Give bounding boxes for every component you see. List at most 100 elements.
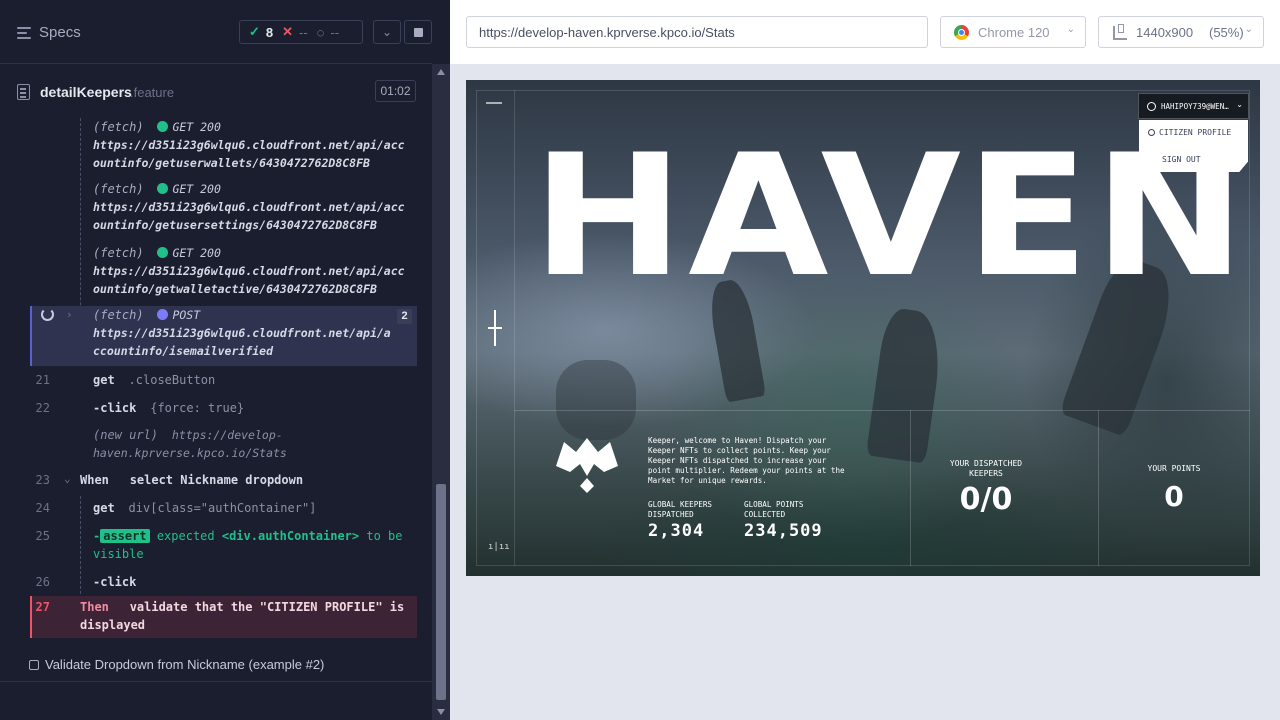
- command-fetch[interactable]: (fetch) GET 200 https://d351i23g6wlqu6.c…: [30, 180, 417, 244]
- step-keyword: Then: [80, 600, 109, 614]
- ruler-icon: [1113, 24, 1127, 40]
- line-number: 27: [35, 600, 50, 614]
- user-dropdown-menu: CITIZEN PROFILE SIGN OUT: [1139, 120, 1248, 172]
- user-email: HAHIPOY739@WEN…: [1161, 102, 1229, 111]
- line-number: 25: [35, 529, 50, 543]
- document-icon: [17, 84, 30, 100]
- command-method: GET 200: [172, 182, 221, 196]
- command-url: https://d351i23g6wlqu6.cloudfront.net/ap…: [93, 264, 405, 278]
- assert-tag: assert: [100, 529, 150, 543]
- chevron-down-icon: ⌄: [381, 25, 393, 39]
- global-points-value: 234,509: [744, 521, 823, 541]
- command-method: POST: [172, 308, 201, 322]
- step-keyword: When: [80, 473, 109, 487]
- line-number: 24: [35, 501, 50, 515]
- spec-name[interactable]: detailKeepers: [40, 84, 132, 100]
- viewport-zoom: (55%): [1209, 25, 1244, 40]
- command-click[interactable]: 22 -click {force: true}: [30, 398, 417, 424]
- audio-icon[interactable]: ı|ıı: [488, 542, 510, 552]
- passed-count: 8: [265, 24, 274, 40]
- line-number: 22: [35, 401, 50, 415]
- step-text: select Nickname dropdown: [129, 473, 304, 487]
- chevron-down-icon: ⌄: [1244, 24, 1253, 35]
- new-url-line1: https://develop-: [171, 428, 283, 442]
- command-name: -click: [93, 575, 137, 589]
- command-name: -click: [93, 401, 137, 415]
- command-name: get: [93, 501, 115, 515]
- menu-icon[interactable]: [486, 102, 502, 104]
- test-stats: ✓ 8 ✕ -- ◌ --: [239, 20, 363, 44]
- pending-icon: ◌: [316, 24, 325, 40]
- viewport-selector[interactable]: 1440x900 (55%) ⌄: [1098, 16, 1264, 48]
- command-name: get: [93, 373, 115, 387]
- browser-label: Chrome 120: [978, 25, 1050, 40]
- scroll-thumb[interactable]: [436, 484, 446, 700]
- command-url: https://d351i23g6wlqu6.cloudfront.net/ap…: [93, 138, 405, 152]
- cursor-crosshair-icon: [488, 310, 502, 346]
- command-url: ountinfo/getwalletactive/6430472762D8C8F…: [93, 282, 377, 296]
- line-number: 21: [35, 373, 50, 387]
- x-icon: ✕: [282, 24, 294, 39]
- chevron-down-icon: ⌄: [1236, 100, 1243, 109]
- status-dot-icon: [157, 247, 169, 258]
- command-arg: div[class="authContainer"]: [128, 501, 317, 515]
- chevron-down-icon[interactable]: ⌄: [64, 472, 71, 485]
- command-fetch[interactable]: (fetch) GET 200 https://d351i23g6wlqu6.c…: [30, 244, 417, 308]
- user-icon: [1148, 129, 1155, 136]
- new-url-line2: haven.kprverse.kpco.io/Stats: [93, 446, 287, 460]
- test-title: Validate Dropdown from Nickname (example…: [45, 657, 325, 672]
- command-url: https://d351i23g6wlqu6.cloudfront.net/ap…: [93, 200, 405, 214]
- global-keepers-value: 2,304: [648, 521, 705, 541]
- test-status-icon: [29, 660, 39, 670]
- url-display[interactable]: https://develop-haven.kprverse.kpco.io/S…: [466, 16, 928, 48]
- command-click[interactable]: 26 -click: [30, 572, 417, 596]
- request-count-badge: 2: [397, 309, 412, 324]
- command-assert[interactable]: 25 - assert expected <div.authContainer> …: [30, 526, 417, 570]
- collapse-button[interactable]: ⌄: [373, 20, 401, 44]
- browser-selector[interactable]: Chrome 120 ⌄: [940, 16, 1086, 48]
- your-points-value: 0: [1164, 480, 1184, 513]
- specs-list-icon[interactable]: [17, 27, 31, 39]
- scrollbar[interactable]: [432, 64, 450, 720]
- pending-count: --: [330, 24, 340, 40]
- menu-item-sign-out[interactable]: SIGN OUT: [1162, 155, 1201, 164]
- command-fetch[interactable]: (fetch) GET 200 https://d351i23g6wlqu6.c…: [30, 118, 417, 180]
- stop-button[interactable]: [404, 20, 432, 44]
- command-name: (fetch): [93, 182, 144, 196]
- chrome-icon: [954, 25, 969, 40]
- user-dropdown[interactable]: HAHIPOY739@WEN… ⌄: [1138, 93, 1249, 119]
- menu-item-citizen-profile[interactable]: CITIZEN PROFILE: [1148, 128, 1231, 137]
- spinner-icon: [41, 308, 54, 321]
- specs-label[interactable]: Specs: [39, 24, 81, 41]
- line-number: 23: [35, 473, 50, 487]
- line-number: 26: [35, 575, 50, 589]
- command-url: ountinfo/getuserwallets/6430472762D8C8FB: [93, 156, 370, 170]
- test-example-2[interactable]: Validate Dropdown from Nickname (example…: [0, 648, 432, 682]
- stop-icon: [413, 27, 423, 37]
- reporter-header: Specs ✓ 8 ✕ -- ◌ -- ⌄: [0, 0, 432, 64]
- command-arg: {force: true}: [150, 401, 245, 415]
- command-name: (new url): [93, 428, 159, 442]
- command-log-panel: Specs ✓ 8 ✕ -- ◌ -- ⌄ detailKeepers .fea…: [0, 0, 450, 720]
- scroll-down-icon[interactable]: [437, 709, 445, 715]
- command-get[interactable]: 21 get .closeButton: [30, 370, 417, 396]
- scroll-up-icon[interactable]: [437, 69, 445, 75]
- command-name: (fetch): [93, 246, 144, 260]
- user-icon: [1147, 102, 1156, 111]
- spec-title-bar: detailKeepers .feature 01:02: [0, 66, 432, 118]
- command-new-url[interactable]: (new url) https://develop- haven.kprvers…: [30, 426, 417, 466]
- step-then-failed[interactable]: 27 Then validate that the "CITIZEN PROFI…: [30, 596, 417, 638]
- command-name: (fetch): [93, 308, 144, 322]
- welcome-text: Keeper, welcome to Haven! Dispatch your …: [648, 436, 845, 485]
- pending-stat: ◌ --: [317, 25, 339, 40]
- step-when[interactable]: 23 ⌄ When select Nickname dropdown: [30, 470, 417, 496]
- chevron-right-icon[interactable]: ›: [66, 308, 73, 321]
- command-get[interactable]: 24 get div[class="authContainer"]: [30, 498, 417, 524]
- command-fetch-pending[interactable]: › (fetch) POST https://d351i23g6wlqu6.cl…: [30, 306, 417, 366]
- command-list: (fetch) GET 200 https://d351i23g6wlqu6.c…: [0, 118, 432, 648]
- app-frame: HAVEN HAHIPOY739@WEN… ⌄ CITIZEN PROFILE …: [466, 80, 1260, 576]
- global-keepers-label: GLOBAL KEEPERS DISPATCHED: [648, 500, 713, 519]
- command-url: ountinfo/getusersettings/6430472762D8C8F…: [93, 218, 377, 232]
- your-points-label: YOUR POINTS: [1147, 464, 1201, 473]
- viewport-size: 1440x900: [1136, 25, 1194, 40]
